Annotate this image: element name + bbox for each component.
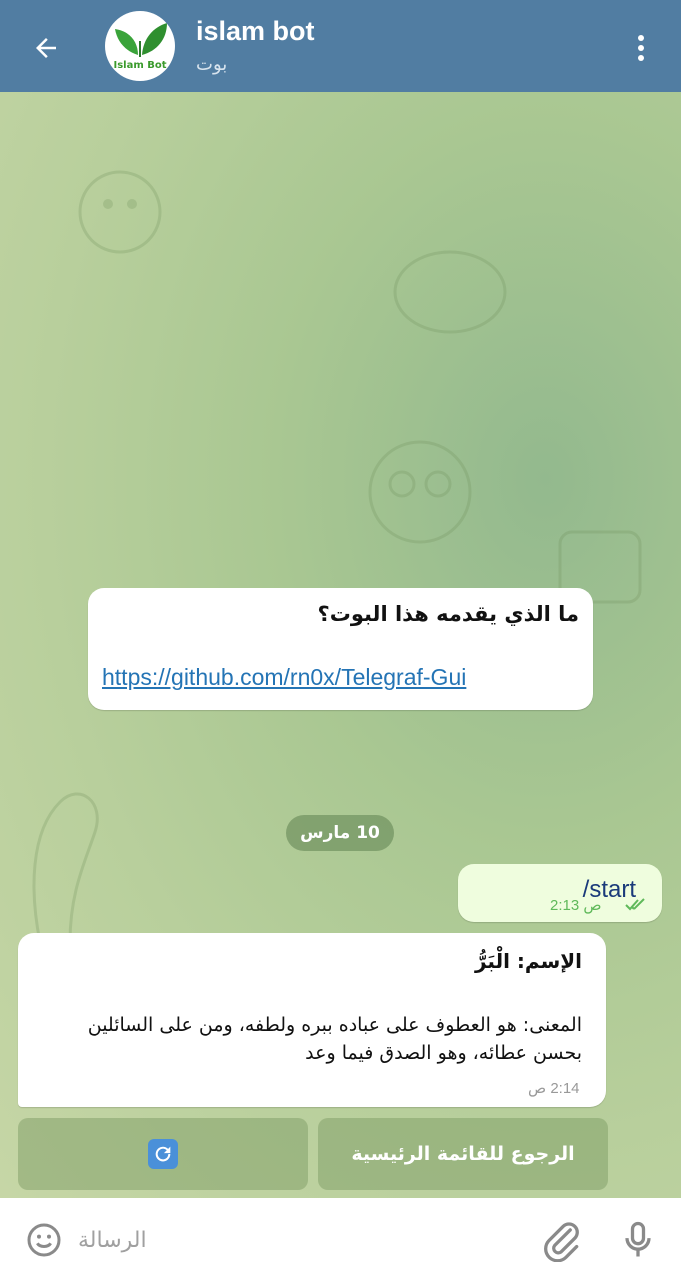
more-menu-button[interactable] [623,28,659,68]
message-bubble-name-card[interactable]: الإسم: الْبَرُّ المعنى: هو العطوف على عب… [18,933,606,1107]
chat-header: Islam Bot islam bot بوت [0,0,681,92]
name-meaning: المعنى: هو العطوف على عباده ببره ولطفه، … [87,1014,582,1064]
outgoing-time: 2:13 ص [550,897,602,914]
message-bubble-intro[interactable]: ما الذي يقدمه هذا البوت؟ https://github.… [88,588,593,710]
message-title: ما الذي يقدمه هذا البوت؟ [317,602,579,626]
more-vert-icon [638,35,644,41]
chat-area[interactable]: ما الذي يقدمه هذا البوت؟ https://github.… [0,92,681,1198]
more-vert-dot [638,55,644,61]
microphone-icon[interactable] [616,1218,660,1262]
message-input[interactable] [78,1220,498,1260]
paperclip-icon[interactable] [540,1218,584,1262]
background-doodle-icon [32,792,99,943]
avatar-logo-text: Islam Bot [113,60,167,71]
double-check-icon [625,898,645,911]
chat-title[interactable]: islam bot [196,16,315,47]
avatar[interactable]: Islam Bot [105,11,175,81]
main-menu-button[interactable]: الرجوع للقائمة الرئيسية [318,1118,608,1190]
message-time: 2:14 ص [528,1080,580,1097]
refresh-icon [148,1139,178,1169]
background-doodle-icon [368,440,472,544]
back-arrow-icon [36,38,56,58]
refresh-button[interactable] [18,1118,308,1190]
emoji-icon[interactable] [24,1220,64,1260]
message-input-bar [0,1198,681,1280]
github-link[interactable]: https://github.com/rn0x/Telegraf-Gui [102,664,466,691]
date-separator: 10 مارس [286,815,394,851]
chat-subtitle: بوت [196,54,228,75]
background-doodle-icon [393,250,507,334]
more-vert-dot [638,45,644,51]
back-button[interactable] [22,24,70,72]
message-bubble-outgoing[interactable]: /start 2:13 ص [458,864,662,922]
name-title: الإسم: الْبَرُّ [474,949,582,973]
background-doodle-icon [78,170,162,254]
